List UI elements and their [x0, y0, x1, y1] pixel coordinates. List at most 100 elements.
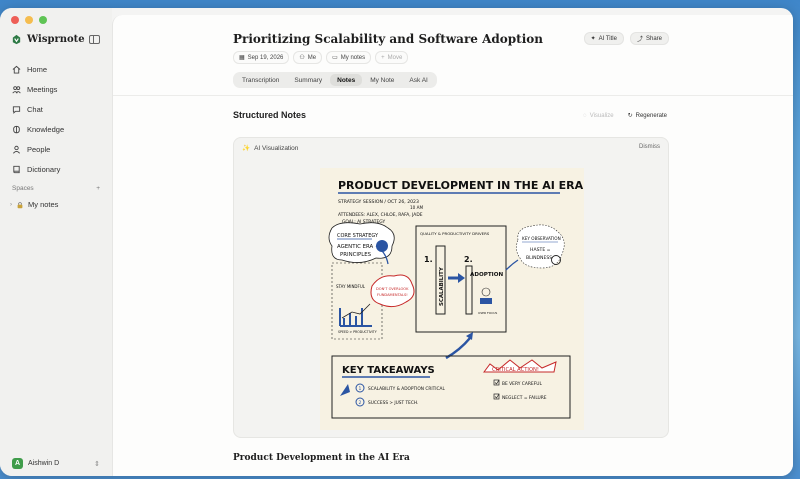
- home-icon: [12, 65, 21, 74]
- tab-summary[interactable]: Summary: [287, 74, 329, 86]
- add-space-button[interactable]: +: [96, 185, 100, 192]
- regenerate-button[interactable]: ↻ Regenerate: [627, 112, 667, 120]
- folder-icon: ▭: [332, 55, 338, 61]
- chevron-right-icon: ›: [10, 201, 12, 208]
- user-menu[interactable]: A Aishwin D ⇕: [12, 458, 100, 469]
- minimize-window-button[interactable]: [25, 16, 33, 24]
- sketch-takeaway-1: SCALABILITY & ADOPTION CRITICAL: [368, 386, 445, 392]
- sketch-core-strategy: CORE STRATEGY: [337, 233, 379, 239]
- sidebar-toggle-icon[interactable]: [89, 35, 100, 44]
- share-icon: ⤴: [636, 37, 643, 43]
- people-icon: ⚇: [299, 55, 305, 61]
- folder-label: My notes: [340, 54, 366, 61]
- sketch-driver-2: ADOPTION: [470, 272, 503, 278]
- space-item-label: My notes: [28, 200, 59, 209]
- tab-my-note[interactable]: My Note: [363, 74, 401, 86]
- sidebar-item-meetings[interactable]: Meetings: [7, 79, 105, 99]
- app-window: Wisprnote Home Meetings Chat Knowledge P…: [0, 8, 793, 476]
- spaces-label: Spaces: [12, 185, 34, 192]
- user-name: Aishwin D: [28, 460, 60, 467]
- refresh-icon: ↻: [627, 113, 633, 119]
- sketch-takeaway-2: SUCCESS > JUST TECH.: [368, 400, 418, 406]
- sketch-stay-mindful: STAY MINDFUL: [336, 284, 366, 289]
- ai-title-button[interactable]: ✦ AI Title: [583, 32, 624, 45]
- ai-visualization-label: AI Visualization: [254, 144, 299, 152]
- sidebar-item-people[interactable]: People: [7, 139, 105, 159]
- ai-visualization-card: ✨ AI Visualization Dismiss PRODUCT DEVEL…: [233, 137, 669, 438]
- person-icon: [12, 145, 21, 154]
- ai-title-label: AI Title: [598, 35, 617, 42]
- note-tabs: Transcription Summary Notes My Note Ask …: [233, 72, 437, 88]
- sketch-driver-1-num: 1.: [424, 255, 433, 264]
- regenerate-label: Regenerate: [635, 112, 667, 119]
- sidebar-item-home[interactable]: Home: [7, 59, 105, 79]
- move-label: Move: [387, 54, 403, 61]
- owner-chip[interactable]: ⚇ Me: [293, 51, 323, 64]
- sketch-driver-2-num: 2.: [464, 255, 473, 264]
- sketch-takeaways-title: KEY TAKEAWAYS: [342, 365, 435, 376]
- sketch-driver-1: SCALABILITY: [439, 267, 445, 306]
- sparkle-icon: ✦: [590, 36, 596, 42]
- structured-actions: ◌ Visualize ↻ Regenerate: [583, 112, 667, 120]
- visualize-button[interactable]: ◌ Visualize: [583, 112, 613, 119]
- sidebar-item-dictionary[interactable]: Dictionary: [7, 159, 105, 179]
- window-controls: [11, 16, 47, 24]
- sketch-haste-2: BLINDNESS: [526, 255, 552, 261]
- sketch-session: STRATEGY SESSION / OCT 26, 2023: [338, 199, 419, 205]
- sketch-haste-1: HASTE =: [530, 247, 551, 253]
- date-label: Sep 19, 2026: [247, 54, 284, 61]
- owner-label: Me: [307, 54, 317, 61]
- page-title[interactable]: Prioritizing Scalability and Software Ad…: [233, 32, 543, 46]
- sketch-dont-overlook-2: FUNDAMENTALS!: [377, 293, 408, 297]
- brain-icon: [12, 125, 21, 134]
- structured-notes-title: Structured Notes: [233, 110, 307, 120]
- sidebar-item-label: Dictionary: [27, 164, 61, 174]
- space-item-my-notes[interactable]: › My notes: [10, 200, 58, 209]
- sidebar-item-label: Home: [27, 64, 48, 74]
- sketch-key-observation: KEY OBSERVATION: [522, 236, 561, 241]
- visualization-image: PRODUCT DEVELOPMENT IN THE AI ERA STRATE…: [320, 168, 584, 430]
- sketch-agentic-2: PRINCIPLES: [340, 252, 372, 258]
- card-header: ✨ AI Visualization: [242, 144, 299, 153]
- tab-ask-ai[interactable]: Ask AI: [402, 74, 434, 86]
- sketch-dont-overlook-1: DON'T OVERLOOK: [376, 287, 409, 291]
- sketch-agentic-1: AGENTIC ERA: [337, 244, 374, 250]
- people-icon: [12, 85, 21, 94]
- folder-chip[interactable]: ▭ My notes: [326, 51, 372, 64]
- chevron-updown-icon: ⇕: [94, 460, 100, 468]
- tab-transcription[interactable]: Transcription: [235, 74, 286, 86]
- sketch-user-focus: USER FOCUS: [478, 311, 497, 315]
- calendar-icon: ▦: [239, 55, 245, 61]
- tab-notes[interactable]: Notes: [330, 74, 363, 86]
- sidebar-nav: Home Meetings Chat Knowledge People Dict…: [7, 59, 105, 179]
- spaces-header: Spaces +: [12, 185, 100, 192]
- sidebar-item-knowledge[interactable]: Knowledge: [7, 119, 105, 139]
- chat-icon: [12, 105, 21, 114]
- brand: Wisprnote: [11, 34, 85, 45]
- lock-icon: [17, 201, 23, 208]
- sketch-speed: SPEED > PRODUCTIVITY: [338, 330, 377, 334]
- share-button[interactable]: ⤴ Share: [629, 32, 669, 45]
- date-chip[interactable]: ▦ Sep 19, 2026: [233, 51, 290, 64]
- visualize-label: Visualize: [589, 112, 614, 119]
- notes-heading: Product Development in the AI Era: [233, 453, 410, 463]
- sketch-drivers-title: QUALITY & PRODUCTIVITY DRIVERS: [420, 231, 490, 236]
- main-content: Prioritizing Scalability and Software Ad…: [112, 15, 793, 476]
- close-window-button[interactable]: [11, 16, 19, 24]
- move-button[interactable]: + Move: [375, 51, 409, 64]
- dismiss-button[interactable]: Dismiss: [639, 144, 660, 150]
- magic-wand-icon: ✨: [242, 145, 251, 152]
- sketch-critical-2: NEGLECT = FAILURE: [502, 395, 547, 401]
- sketch-time: 10 AM: [410, 205, 424, 210]
- sketchnote-drawing: PRODUCT DEVELOPMENT IN THE AI ERA STRATE…: [328, 179, 584, 419]
- zoom-window-button[interactable]: [39, 16, 47, 24]
- sidebar-item-chat[interactable]: Chat: [7, 99, 105, 119]
- book-icon: [12, 165, 21, 174]
- sketch-attendees: ATTENDEES: ALEX, CHLOE, RAFA, JADE: [338, 212, 423, 218]
- svg-text:1: 1: [359, 386, 362, 392]
- sidebar-item-label: People: [27, 144, 51, 154]
- sketch-critical-title: CRITICAL ACTION!: [492, 367, 539, 373]
- sketch-critical-1: BE VERY CAREFUL: [502, 381, 542, 387]
- wisprnote-logo-icon: [12, 34, 21, 45]
- loading-icon: ◌: [583, 112, 587, 119]
